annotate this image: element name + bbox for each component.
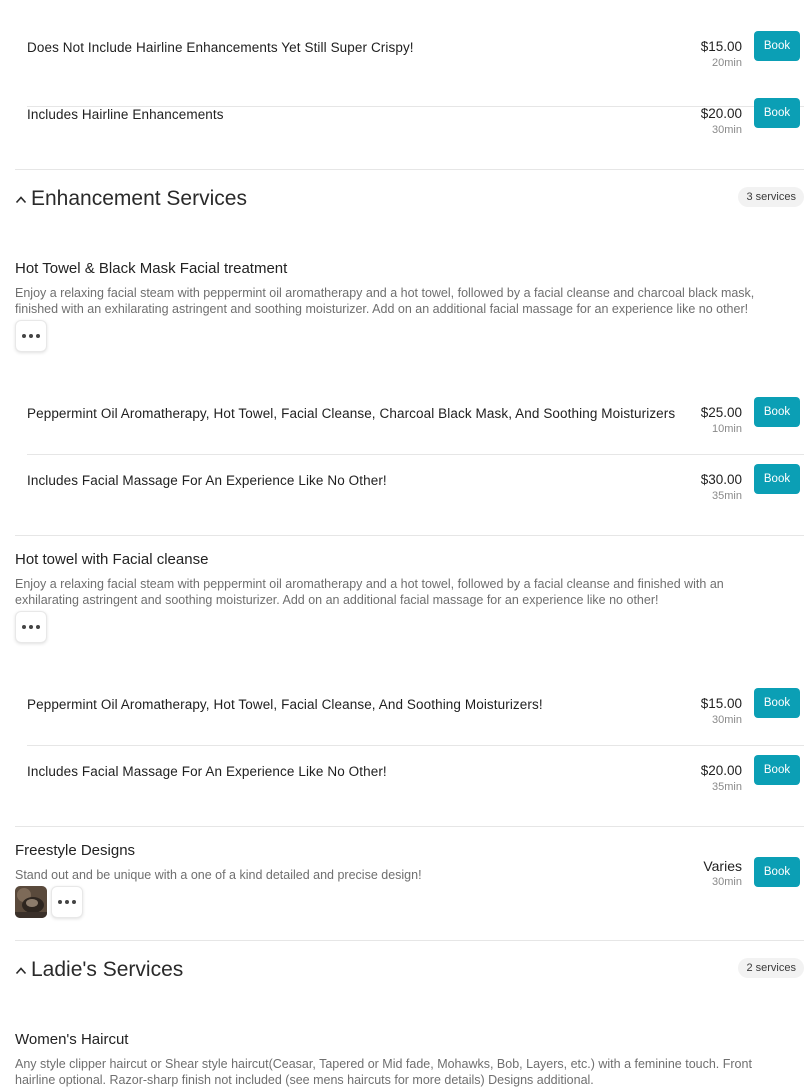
variant-price: $30.00 <box>700 472 742 487</box>
more-horizontal-icon <box>22 334 40 338</box>
variant-price: $25.00 <box>700 405 742 420</box>
variant-price: $15.00 <box>700 696 742 711</box>
service-title: Women's Haircut <box>15 1031 129 1048</box>
variant-row: Peppermint Oil Aromatherapy, Hot Towel, … <box>27 688 804 746</box>
variant-row: Does Not Include Hairline Enhancements Y… <box>27 31 804 107</box>
variant-duration: 30min <box>712 714 742 726</box>
more-options-button[interactable] <box>15 611 47 643</box>
variant-name: Peppermint Oil Aromatherapy, Hot Towel, … <box>27 406 676 421</box>
more-horizontal-icon <box>58 900 76 904</box>
section-divider <box>15 169 804 170</box>
service-price: Varies <box>703 858 742 874</box>
variant-row: Includes Facial Massage For An Experienc… <box>27 755 804 831</box>
service-duration: 30min <box>712 876 742 888</box>
section-divider <box>15 940 804 941</box>
service-divider <box>15 535 804 536</box>
service-count-badge: 3 services <box>738 187 804 207</box>
variant-name: Includes Facial Massage For An Experienc… <box>27 473 387 488</box>
variant-duration: 35min <box>712 781 742 793</box>
chevron-up-icon[interactable] <box>15 965 27 977</box>
book-button[interactable]: Book <box>754 464 800 494</box>
service-title: Hot Towel & Black Mask Facial treatment <box>15 260 288 277</box>
book-button[interactable]: Book <box>754 857 800 887</box>
category-header-ladies[interactable]: Ladie's Services 2 services <box>15 958 804 988</box>
service-count-badge: 2 services <box>738 958 804 978</box>
variant-name: Peppermint Oil Aromatherapy, Hot Towel, … <box>27 697 543 712</box>
variant-price: $20.00 <box>700 106 742 121</box>
category-header-enhancement[interactable]: Enhancement Services 3 services <box>15 187 804 217</box>
variant-duration: 35min <box>712 490 742 502</box>
variant-row: Peppermint Oil Aromatherapy, Hot Towel, … <box>27 397 804 455</box>
variant-duration: 20min <box>712 57 742 69</box>
variant-price: $20.00 <box>700 763 742 778</box>
category-title: Enhancement Services <box>31 187 247 210</box>
variant-duration: 30min <box>712 124 742 136</box>
book-button[interactable]: Book <box>754 397 800 427</box>
more-horizontal-icon <box>22 625 40 629</box>
service-description: Enjoy a relaxing facial steam with peppe… <box>15 286 755 316</box>
variant-row: Includes Hairline Enhancements $20.00 30… <box>27 98 804 174</box>
service-photo-thumbnail[interactable] <box>15 886 47 918</box>
book-button[interactable]: Book <box>754 755 800 785</box>
service-description: Enjoy a relaxing facial steam with peppe… <box>15 577 724 607</box>
variant-name: Includes Facial Massage For An Experienc… <box>27 764 387 779</box>
category-title: Ladie's Services <box>31 958 184 981</box>
variant-price: $15.00 <box>700 39 742 54</box>
book-button[interactable]: Book <box>754 688 800 718</box>
more-options-button[interactable] <box>51 886 83 918</box>
service-title: Freestyle Designs <box>15 842 136 859</box>
service-divider <box>15 826 804 827</box>
variant-name: Does Not Include Hairline Enhancements Y… <box>27 40 414 55</box>
chevron-up-icon[interactable] <box>15 194 27 206</box>
service-description: Any style clipper haircut or Shear style… <box>15 1057 752 1087</box>
book-button[interactable]: Book <box>754 31 800 61</box>
variant-name: Includes Hairline Enhancements <box>27 107 224 122</box>
more-options-button[interactable] <box>15 320 47 352</box>
service-title: Hot towel with Facial cleanse <box>15 551 209 568</box>
book-button[interactable]: Book <box>754 98 800 128</box>
variant-row: Includes Facial Massage For An Experienc… <box>27 464 804 540</box>
variant-duration: 10min <box>712 423 742 435</box>
service-description: Stand out and be unique with a one of a … <box>15 868 422 882</box>
